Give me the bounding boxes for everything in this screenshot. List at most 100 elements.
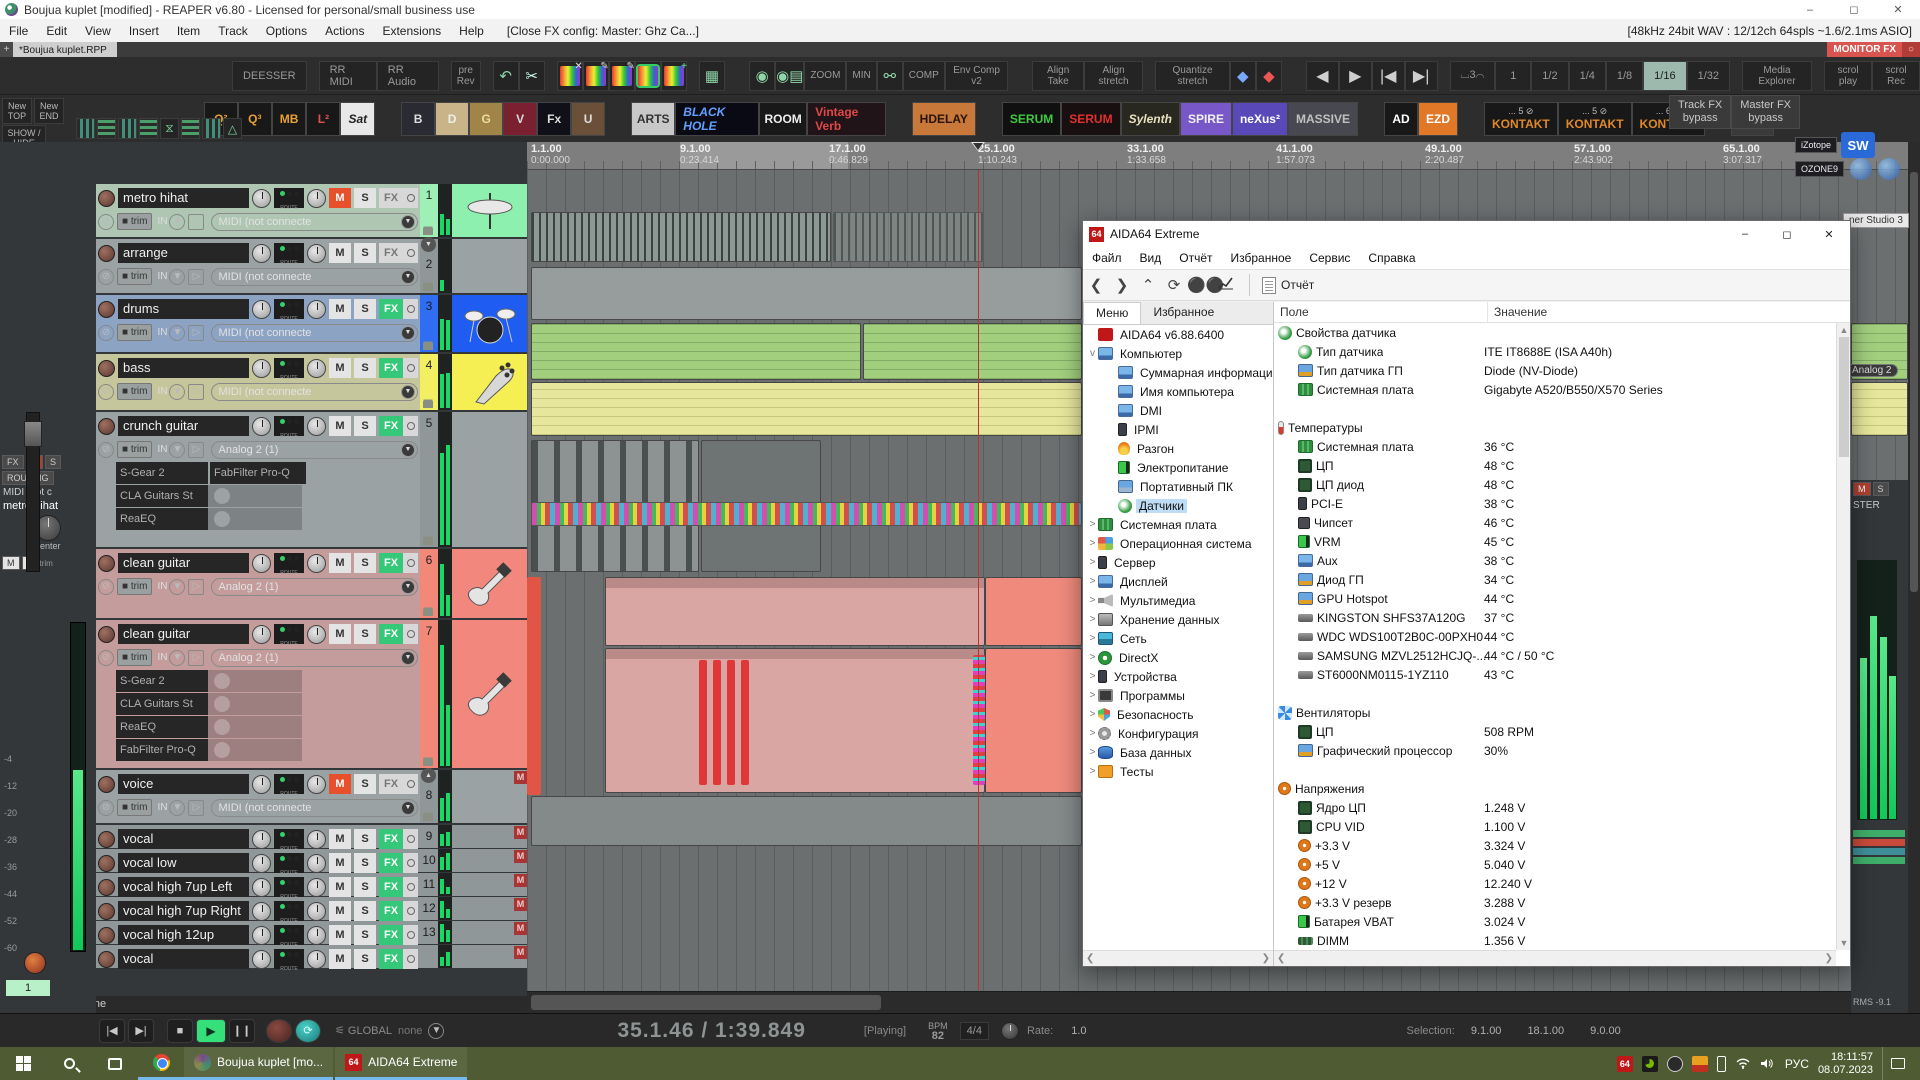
rate-knob[interactable] [1001, 1022, 1019, 1040]
pan-knob[interactable] [307, 830, 326, 849]
media-item[interactable] [727, 660, 735, 785]
search-icon[interactable] [46, 1047, 92, 1080]
track-icon-cell[interactable] [452, 239, 527, 293]
pattern-5-icon[interactable]: ⧖ [160, 118, 179, 139]
fx-power-icon[interactable] [403, 853, 418, 873]
selection-length[interactable]: 9.0.00 [1590, 1025, 1621, 1037]
media-item[interactable] [863, 323, 1082, 380]
scroll-play-button[interactable]: scrol play [1824, 61, 1872, 91]
users-icon[interactable]: ⚫⚫ [1187, 276, 1213, 294]
envelope-button[interactable]: ■ trim [117, 441, 152, 458]
fx-power-icon[interactable] [403, 925, 418, 945]
track-row[interactable]: clean guitar ROUTE M S FX ⊘ ■ trim IN ▼ … [96, 549, 527, 618]
sensor-row[interactable]: Диод ГП 34 °C [1274, 570, 1850, 589]
input-dropdown-icon[interactable]: ▼ [169, 650, 185, 666]
track-fx-slot[interactable]: FabFilter Pro-Q [116, 739, 418, 761]
track-icon-cell[interactable] [452, 620, 527, 768]
media-item[interactable] [605, 577, 985, 646]
fx-button[interactable]: FX [379, 416, 403, 436]
sensor-row[interactable]: KINGSTON SHFS37A120G 37 °C [1274, 608, 1850, 627]
pattern-8-icon[interactable]: △ [223, 118, 242, 139]
track-fx-slot[interactable]: S-Gear 2 [116, 670, 418, 692]
fx-button[interactable]: FX [379, 553, 403, 573]
fx-button[interactable]: FX [379, 853, 403, 873]
monitor-icon[interactable]: ▷ [188, 650, 204, 666]
rate-value[interactable]: 1.0 [1071, 1025, 1086, 1037]
show-envelope-lanes-icon[interactable]: ◉▤ [775, 61, 804, 91]
tray-hwinfo-icon[interactable] [1692, 1056, 1708, 1072]
plugin-fabfilter-4[interactable]: Sat [340, 102, 375, 136]
media-item[interactable] [699, 660, 707, 785]
record-arm-button[interactable] [98, 879, 115, 896]
layout-blocks-icon[interactable]: ▦ [699, 61, 725, 91]
envelope-button[interactable]: ■ trim [117, 578, 152, 595]
bpm-readout[interactable]: BPM82 [928, 1021, 948, 1041]
sensor-row[interactable]: Системная плата 36 °C [1274, 437, 1850, 456]
tray-aida-icon[interactable]: 64 [1617, 1056, 1633, 1072]
aida-titlebar[interactable]: 64 AIDA64 Extreme – ◻ ✕ [1083, 221, 1850, 247]
record-arm-button[interactable] [98, 190, 115, 207]
pan-knob[interactable] [307, 244, 326, 263]
plugin-fabfilter-2[interactable]: MB [272, 102, 307, 136]
aida-tree-hscrollbar[interactable]: ❮❯ [1083, 950, 1273, 966]
plugin-drums-1[interactable]: EZD [1418, 102, 1458, 136]
phase-button[interactable]: ⊘ [98, 800, 114, 816]
sensor-row[interactable]: WDC WDS100T2B0C-00PXH0 44 °C [1274, 627, 1850, 646]
track-icon-cell[interactable]: M [452, 825, 527, 848]
plugin-synths-5[interactable]: MASSIVE [1288, 102, 1358, 136]
tray-usb-icon[interactable] [1717, 1056, 1726, 1072]
selection-end[interactable]: 18.1.00 [1527, 1025, 1564, 1037]
record-arm-button[interactable] [98, 301, 115, 318]
input-pill[interactable]: MIDI (not connecte ▼ [211, 213, 418, 231]
route-button[interactable]: ROUTE [274, 853, 304, 873]
ruler-mark-2[interactable]: 17.1.00 0:46.829 [829, 143, 868, 167]
aida-tree-item[interactable]: > Операционная система [1083, 534, 1273, 553]
timeline-ruler[interactable]: 1.1.00 0:00.000 9.1.00 0:23.414 17.1.00 … [527, 142, 1920, 170]
envelope-button[interactable]: ■ trim [117, 649, 152, 666]
envelope-points-icon[interactable]: ⚯ [877, 61, 903, 91]
phase-button[interactable]: ⊘ [98, 442, 114, 458]
track-icon-cell[interactable]: M [452, 897, 527, 920]
sensor-row[interactable]: ЦП 48 °C [1274, 456, 1850, 475]
project-tab[interactable]: *Boujua kuplet.RPP [13, 42, 117, 57]
monitor-icon[interactable]: ▷ [188, 579, 204, 595]
align-stretch-button[interactable]: Align stretch [1084, 61, 1143, 91]
solo-button[interactable]: S [354, 416, 376, 436]
zoom-tool-button[interactable]: ZOOM [804, 61, 846, 91]
menu-extensions[interactable]: Extensions [373, 21, 450, 41]
ruler-mark-7[interactable]: 57.1.00 2:43.902 [1574, 143, 1613, 167]
track-row[interactable]: arrange ROUTE M S FX ⊘ ■ trim IN ▼ ▷ MID… [96, 239, 527, 293]
sensor-row[interactable]: Температуры [1274, 418, 1850, 437]
solo-button[interactable]: S [354, 188, 376, 208]
fx-button[interactable]: FX [379, 829, 403, 849]
volume-knob[interactable] [252, 902, 271, 921]
language-indicator[interactable]: РУС [1785, 1057, 1809, 1071]
plugin-synths-1[interactable]: SERUM [1061, 102, 1120, 136]
sensor-row[interactable]: Тип датчика ГП Diode (NV-Diode) [1274, 361, 1850, 380]
sensor-row[interactable]: Системная плата Gigabyte A520/B550/X570 … [1274, 380, 1850, 399]
plugin-synths-3[interactable]: SPIRE [1180, 102, 1232, 136]
phase-button[interactable]: ⊘ [98, 214, 114, 230]
pattern-1-icon[interactable] [76, 118, 95, 139]
ruler-mark-4[interactable]: 33.1.00 1:33.658 [1127, 143, 1166, 167]
record-arm-button[interactable] [98, 418, 115, 435]
sensor-row[interactable]: +3.3 V 3.324 V [1274, 836, 1850, 855]
media-explorer-button[interactable]: Media Explorer [1742, 61, 1812, 91]
mute-button[interactable]: M [329, 949, 351, 969]
volume-knob[interactable] [252, 300, 271, 319]
show-envelopes-icon[interactable]: ◉ [749, 61, 775, 91]
tray-volume-icon[interactable] [1760, 1056, 1776, 1072]
menu-insert[interactable]: Insert [120, 21, 168, 41]
grid-division-3[interactable]: 1/4 [1569, 61, 1606, 91]
fx-button[interactable]: FX [379, 774, 403, 794]
sensor-row[interactable]: ЦП диод 48 °C [1274, 475, 1850, 494]
aida-tree-item[interactable]: > Программы [1083, 686, 1273, 705]
mute-button[interactable]: M [329, 901, 351, 921]
track-icon-cell[interactable]: M [452, 873, 527, 896]
analog-pill-fragment[interactable]: Analog 2 [1845, 364, 1898, 377]
sensor-row[interactable]: SAMSUNG MZVL2512HCJQ-... 44 °C / 50 °C [1274, 646, 1850, 665]
sensor-row[interactable]: ЦП 508 RPM [1274, 722, 1850, 741]
forward-icon[interactable]: ❯ [1109, 276, 1135, 294]
menu-edit[interactable]: Edit [37, 21, 76, 41]
aida-tree-item[interactable]: > Мультимедиа [1083, 591, 1273, 610]
